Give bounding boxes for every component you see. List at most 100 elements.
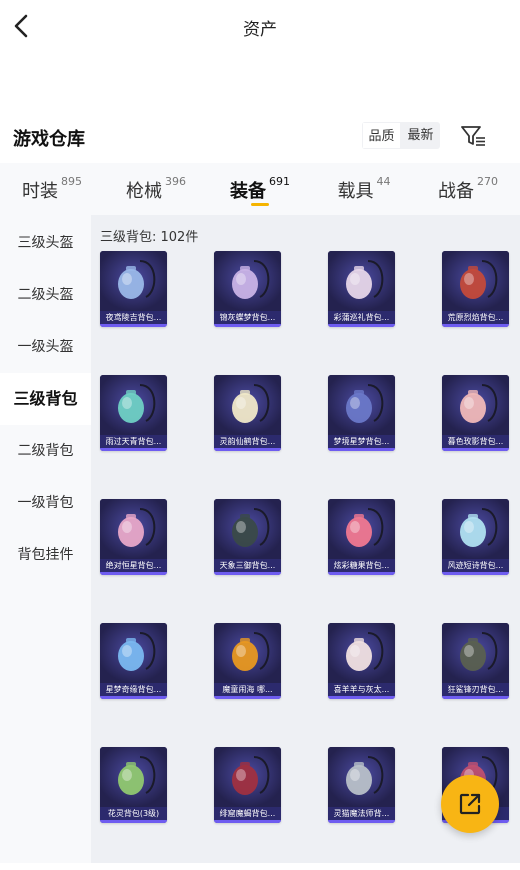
quality-bar — [214, 820, 281, 823]
quality-bar — [214, 448, 281, 451]
sidebar: 三级头盔 二级头盔 一级头盔 三级背包 二级背包 一级背包 背包挂件 — [0, 215, 91, 863]
sidebar-item-backpack-charm[interactable]: 背包挂件 — [0, 529, 91, 581]
sort-newest-option[interactable]: 最新 — [401, 122, 440, 149]
tab-count: 396 — [165, 175, 186, 188]
sidebar-item-level1-helmet[interactable]: 一级头盔 — [0, 321, 91, 373]
item-card[interactable]: 绯窟魔蝎背包... — [214, 747, 281, 823]
item-name: 灵猫魔法师背... — [328, 807, 395, 820]
sidebar-item-level3-helmet[interactable]: 三级头盔 — [0, 217, 91, 269]
quality-bar — [100, 696, 167, 699]
quality-bar — [328, 572, 395, 575]
tab-label: 枪械 — [126, 181, 162, 202]
item-card[interactable]: 炫彩糖果背包... — [328, 499, 395, 575]
item-name: 夜鸢陵吉背包... — [100, 311, 167, 324]
page-title: 资产 — [243, 20, 277, 40]
backpack-icon — [100, 251, 167, 311]
item-card[interactable]: 暮色玫影背包... — [442, 375, 509, 451]
item-name: 绝对恒星背包... — [100, 559, 167, 572]
backpack-icon — [442, 251, 509, 311]
filter-button[interactable] — [458, 122, 488, 150]
item-name: 风迹短诗背包... — [442, 559, 509, 572]
item-card[interactable]: 花灵背包(3级) — [100, 747, 167, 823]
quality-bar — [100, 572, 167, 575]
item-card[interactable]: 绝对恒星背包... — [100, 499, 167, 575]
backpack-icon — [442, 375, 509, 435]
backpack-icon — [214, 499, 281, 559]
item-card[interactable]: 魔童闹海 哪... — [214, 623, 281, 699]
item-name: 绯窟魔蝎背包... — [214, 807, 281, 820]
active-tab-indicator — [251, 203, 269, 206]
item-count: 三级背包: 102件 — [100, 230, 199, 245]
backpack-icon — [328, 747, 395, 807]
tab-count: 44 — [376, 175, 391, 188]
item-card[interactable]: 风迹短诗背包... — [442, 499, 509, 575]
tab-weapons[interactable]: 枪械 396 — [104, 163, 208, 215]
item-name: 花灵背包(3级) — [100, 807, 167, 820]
item-name: 彩蒲巡礼背包... — [328, 311, 395, 324]
sort-toggle: 品质 最新 — [362, 122, 440, 149]
item-name: 灵韵仙鹤背包... — [214, 435, 281, 448]
tab-equipment[interactable]: 装备 691 — [208, 163, 312, 215]
backpack-icon — [328, 251, 395, 311]
quality-bar — [100, 324, 167, 327]
quality-bar — [328, 820, 395, 823]
item-card[interactable]: 灵猫魔法师背... — [328, 747, 395, 823]
tab-count: 691 — [269, 175, 290, 188]
tab-label: 战备 — [438, 181, 474, 202]
item-name: 梦境星梦背包... — [328, 435, 395, 448]
top-bar: 资产 — [0, 0, 520, 54]
item-card[interactable]: 梦境星梦背包... — [328, 375, 395, 451]
item-name: 锦灰蝶梦背包... — [214, 311, 281, 324]
item-name: 喜羊羊与灰太... — [328, 683, 395, 696]
quality-bar — [442, 696, 509, 699]
sort-quality-option[interactable]: 品质 — [362, 122, 401, 149]
item-card[interactable]: 灵韵仙鹤背包... — [214, 375, 281, 451]
backpack-icon — [214, 251, 281, 311]
backpack-icon — [328, 499, 395, 559]
backpack-icon — [328, 375, 395, 435]
backpack-icon — [442, 623, 509, 683]
sidebar-item-level3-backpack[interactable]: 三级背包 — [0, 373, 91, 425]
share-button[interactable] — [441, 775, 499, 833]
quality-bar — [328, 448, 395, 451]
category-tabs: 时装 895 枪械 396 装备 691 载具 44 战备 270 — [0, 163, 520, 215]
backpack-icon — [214, 623, 281, 683]
item-card[interactable]: 彩蒲巡礼背包... — [328, 251, 395, 327]
item-name: 荒原烈焰背包... — [442, 311, 509, 324]
backpack-icon — [100, 499, 167, 559]
item-name: 狂鲨锋刃背包... — [442, 683, 509, 696]
tab-count: 895 — [61, 175, 82, 188]
tab-label: 装备 — [230, 181, 266, 202]
quality-bar — [328, 696, 395, 699]
item-name: 星梦奇缘背包... — [100, 683, 167, 696]
item-card[interactable]: 天象三御背包... — [214, 499, 281, 575]
tab-count: 270 — [477, 175, 498, 188]
sidebar-item-level2-helmet[interactable]: 二级头盔 — [0, 269, 91, 321]
item-card[interactable]: 星梦奇缘背包... — [100, 623, 167, 699]
item-name: 魔童闹海 哪... — [214, 683, 281, 696]
quality-bar — [214, 696, 281, 699]
sidebar-item-level1-backpack[interactable]: 一级背包 — [0, 477, 91, 529]
quality-bar — [442, 448, 509, 451]
tab-vehicles[interactable]: 载具 44 — [312, 163, 416, 215]
quality-bar — [214, 324, 281, 327]
quality-bar — [442, 324, 509, 327]
item-card[interactable]: 夜鸢陵吉背包... — [100, 251, 167, 327]
item-card[interactable]: 喜羊羊与灰太... — [328, 623, 395, 699]
quality-bar — [328, 324, 395, 327]
tab-supplies[interactable]: 战备 270 — [416, 163, 520, 215]
quality-bar — [100, 448, 167, 451]
item-grid-panel: 三级背包: 102件 夜鸢陵吉背包... 锦灰蝶梦背包... 彩蒲巡礼背包... 荒原… — [91, 215, 520, 863]
tab-fashion[interactable]: 时装 895 — [0, 163, 104, 215]
quality-bar — [442, 572, 509, 575]
backpack-icon — [100, 623, 167, 683]
item-card[interactable]: 锦灰蝶梦背包... — [214, 251, 281, 327]
backpack-icon — [442, 499, 509, 559]
sidebar-item-level2-backpack[interactable]: 二级背包 — [0, 425, 91, 477]
backpack-icon — [214, 747, 281, 807]
item-card[interactable]: 荒原烈焰背包... — [442, 251, 509, 327]
quality-bar — [100, 820, 167, 823]
item-card[interactable]: 狂鲨锋刃背包... — [442, 623, 509, 699]
backpack-icon — [100, 747, 167, 807]
item-card[interactable]: 雨过天青背包... — [100, 375, 167, 451]
